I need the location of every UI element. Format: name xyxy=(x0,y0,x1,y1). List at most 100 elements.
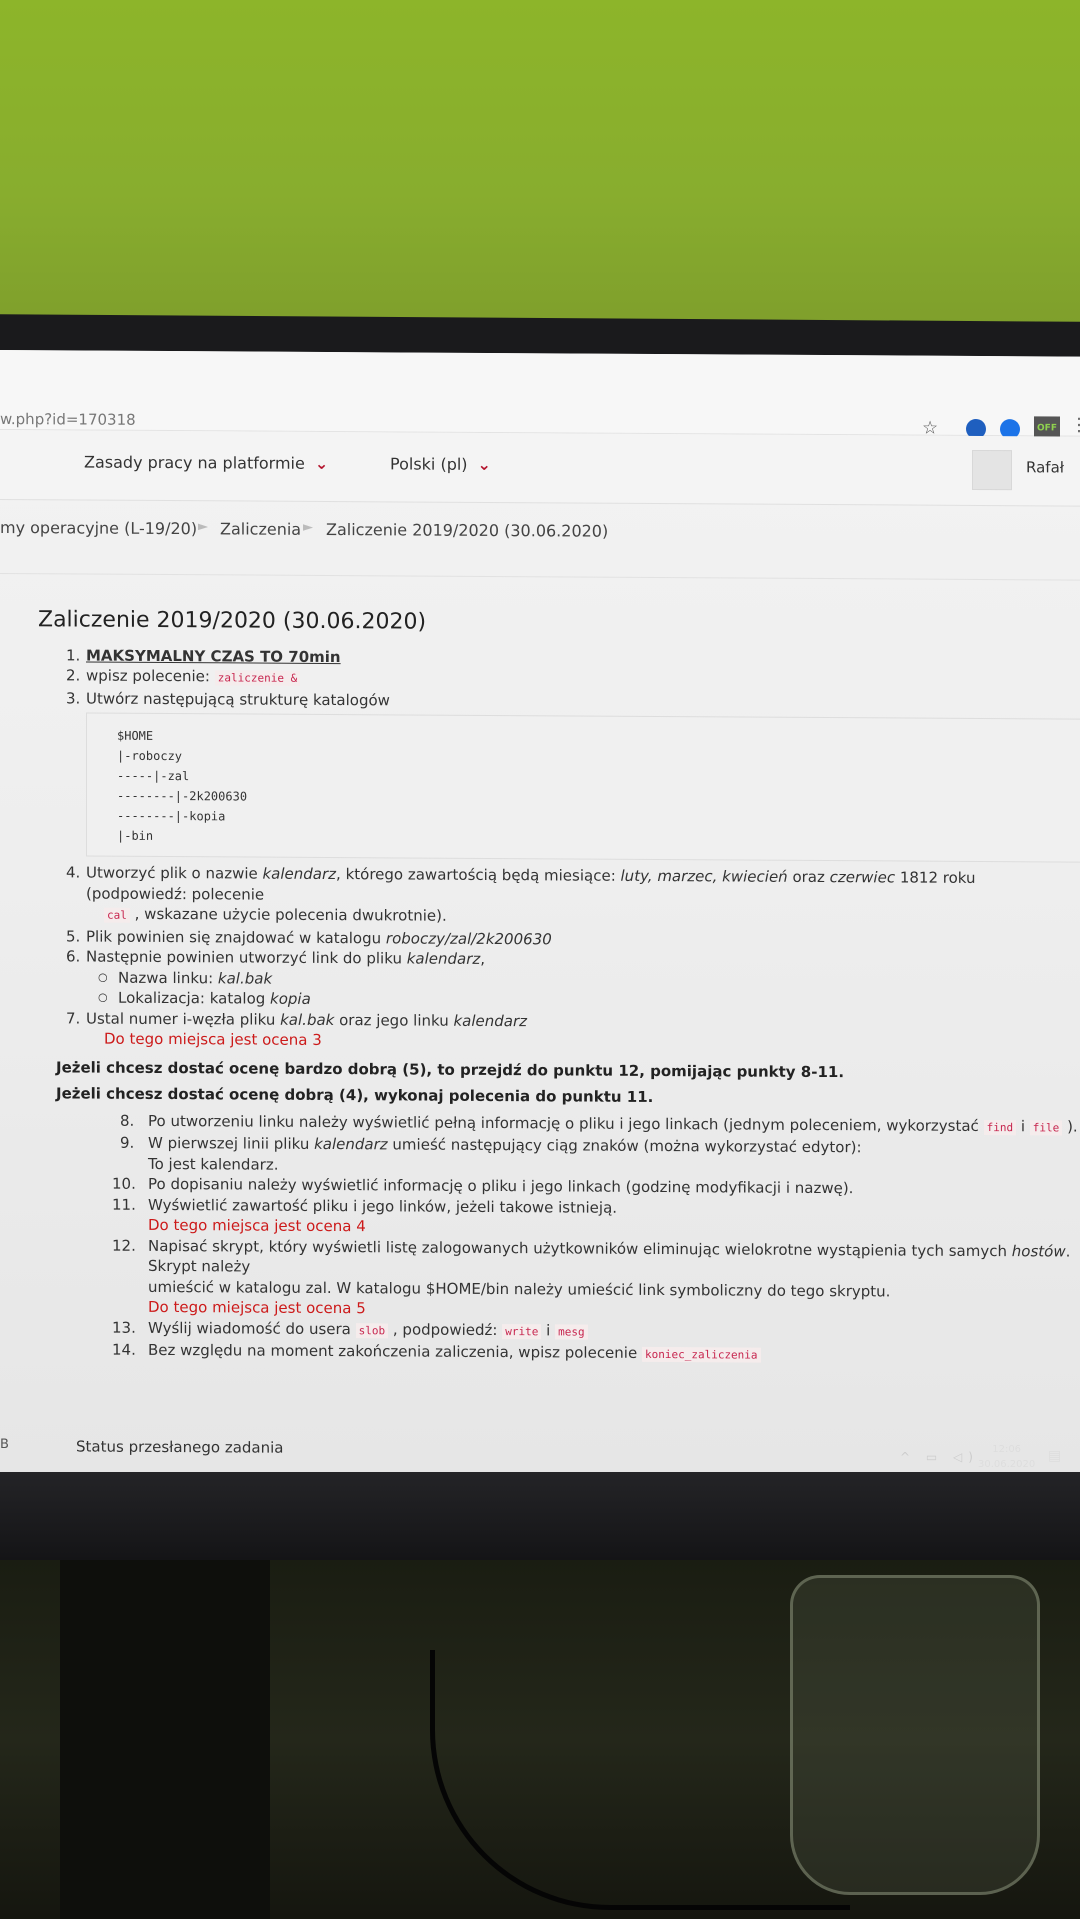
item-text: To jest kalendarz. xyxy=(148,1154,279,1174)
item-number: 2. xyxy=(66,666,81,685)
item-number: 12. xyxy=(112,1236,136,1255)
clock-date: 30.06.2020 xyxy=(978,1459,1036,1470)
item-number: 3. xyxy=(66,688,81,707)
item-text: i xyxy=(541,1320,556,1339)
breadcrumb-current: Zaliczenie 2019/2020 (30.06.2020) xyxy=(326,519,609,541)
assignment-content: Zaliczenie 2019/2020 (30.06.2020) 1. MAK… xyxy=(0,574,1080,1368)
breadcrumb: my operacyjne (L-19/20) ► Zaliczenia ► Z… xyxy=(0,500,1080,581)
inline-code: slob xyxy=(355,1322,389,1338)
item-number: 7. xyxy=(66,1008,81,1027)
item-number: 6. xyxy=(66,947,81,966)
link-name: kal.bak xyxy=(217,968,273,988)
clock-time: 12:06 xyxy=(992,1444,1022,1455)
item-number: 14. xyxy=(112,1340,136,1359)
location: kopia xyxy=(270,989,311,1008)
item-number: 11. xyxy=(112,1195,136,1214)
item-text: Bez względu na moment zakończenia zalicz… xyxy=(148,1340,642,1362)
chevron-down-icon: ⌄ xyxy=(477,454,491,474)
url-text[interactable]: w.php?id=170318 xyxy=(0,410,136,429)
breadcrumb-course[interactable]: my operacyjne (L-19/20) xyxy=(0,518,197,538)
file-name: kalendarz xyxy=(406,949,481,968)
monitor-stand xyxy=(60,1560,270,1919)
inline-code: mesg xyxy=(555,1323,588,1340)
item-text: umieścić w katalogu zal. W katalogu $HOM… xyxy=(148,1277,891,1300)
list-item: 9. W pierwszej linii pliku kalendarz umi… xyxy=(38,1132,1080,1179)
item-number: 13. xyxy=(112,1318,136,1337)
item-number: 10. xyxy=(112,1174,136,1193)
browser-menu-icon[interactable]: ⋮ xyxy=(1070,415,1080,436)
months: luty, marzec, kwiecień xyxy=(620,866,788,886)
item-text: Wyślij wiadomość do usera xyxy=(148,1318,356,1338)
item-text: Lokalizacja: katalog xyxy=(118,988,271,1008)
item-text: MAKSYMALNY CZAS TO 70min xyxy=(86,646,341,666)
user-name[interactable]: Rafał xyxy=(1026,458,1064,476)
submission-status-heading: Status przesłanego zadania xyxy=(76,1437,284,1457)
inline-code: file xyxy=(1029,1119,1063,1135)
inline-code: zaliczenie & xyxy=(214,670,301,686)
item-text: Utworzyć plik o nazwie xyxy=(86,863,263,883)
file-name: kal.bak xyxy=(280,1010,335,1029)
item-text: Plik powinien się znajdować w katalogu xyxy=(86,927,386,947)
bullet-circle-icon: ○ xyxy=(98,990,108,1004)
bullet-circle-icon: ○ xyxy=(98,970,108,984)
inline-code: koniec_zaliczenia xyxy=(641,1346,761,1363)
item-text: , podpowiedź: xyxy=(388,1319,503,1339)
item-text: W pierwszej linii pliku xyxy=(148,1133,315,1153)
path: roboczy/zal/2k200630 xyxy=(385,928,552,948)
chevron-down-icon: ⌄ xyxy=(314,453,329,474)
page-title: Zaliczenie 2019/2020 (30.06.2020) xyxy=(38,607,427,635)
nav-rules-label: Zasady pracy na platformie xyxy=(84,452,305,473)
taskbar-clock[interactable]: 12:06 30.06.2020 xyxy=(978,1442,1035,1472)
breadcrumb-separator-icon: ► xyxy=(198,519,208,535)
item-text: oraz xyxy=(787,867,830,887)
item-number: 4. xyxy=(66,863,81,882)
inline-code: write xyxy=(502,1323,542,1339)
nav-rules[interactable]: Zasady pracy na platformie ⌄ xyxy=(84,453,328,473)
edge-letter: B xyxy=(0,1437,9,1453)
monitor-bezel-bottom xyxy=(0,1472,1080,1572)
item-text: wpisz polecenie: xyxy=(86,666,210,686)
file-name: kalendarz xyxy=(262,864,337,884)
item-text: Po utworzeniu linku należy wyświetlić pe… xyxy=(148,1111,984,1135)
nav-language-label: Polski (pl) xyxy=(390,454,468,474)
month-june: czerwiec xyxy=(829,868,896,887)
item-text: , którego zawartością będą miesiące: xyxy=(336,865,621,885)
item-text: Wyświetlić zawartość pliku i jego linków… xyxy=(148,1195,618,1217)
avatar[interactable] xyxy=(972,449,1012,491)
item-number: 9. xyxy=(120,1133,135,1152)
item-text: Po dopisaniu należy wyświetlić informacj… xyxy=(148,1174,854,1198)
item-text: umieść następujący ciąg znaków (można wy… xyxy=(387,1135,862,1157)
breadcrumb-separator-icon: ► xyxy=(303,519,313,535)
list-item: 4. Utworzyć plik o nazwie kalendarz, któ… xyxy=(38,862,1080,932)
item-text: , wskazane użycie polecenia dwukrotnie). xyxy=(129,904,447,925)
notification-icon[interactable]: ▤ xyxy=(1048,1448,1061,1464)
tray-icons[interactable]: ^ ▭ ◁) xyxy=(900,1450,979,1464)
item-text: Nazwa linku: xyxy=(118,968,218,987)
grade-4-instruction: Jeżeli chcesz dostać ocenę dobrą (4), wy… xyxy=(56,1084,654,1106)
item-text: i xyxy=(1016,1116,1030,1135)
item-number: 5. xyxy=(66,926,81,945)
item-text: Ustal numer i-węzła pliku xyxy=(86,1009,281,1029)
list-item: 12. Napisać skrypt, który wyświetli list… xyxy=(38,1235,1080,1303)
breadcrumb-section[interactable]: Zaliczenia xyxy=(220,519,301,538)
file-name: kalendarz xyxy=(314,1134,388,1154)
item-text: , xyxy=(480,949,486,968)
inline-code: cal xyxy=(104,907,130,923)
item-text: Utwórz następującą strukturę katalogów xyxy=(86,689,390,709)
green-wall xyxy=(0,0,1080,325)
directory-tree: $HOME |-roboczy -----|-zal --------|-2k2… xyxy=(86,712,1080,863)
site-navbar: Zasady pracy na platformie ⌄ Polski (pl) ⌄… xyxy=(0,430,1080,507)
item-text: oraz jego linku xyxy=(334,1010,454,1030)
item-number: 1. xyxy=(66,645,81,664)
item-text: Napisać skrypt, który wyświetli listę za… xyxy=(148,1236,1012,1260)
glass-mug xyxy=(790,1575,1040,1895)
item-text: Następnie powinien utworzyć link do plik… xyxy=(86,947,407,968)
item-number: 8. xyxy=(120,1111,135,1130)
inline-code: find xyxy=(983,1119,1017,1135)
nav-language[interactable]: Polski (pl) ⌄ xyxy=(390,454,491,474)
link-name: kalendarz xyxy=(453,1011,528,1030)
monitor-screen: w.php?id=170318 ☆ OFF ⋮ Zasady pracy na … xyxy=(0,350,1080,1489)
hosts-word: hostów xyxy=(1011,1241,1066,1261)
browser-address-bar: w.php?id=170318 ☆ OFF ⋮ xyxy=(0,350,1080,441)
item-text: ). xyxy=(1062,1116,1078,1136)
